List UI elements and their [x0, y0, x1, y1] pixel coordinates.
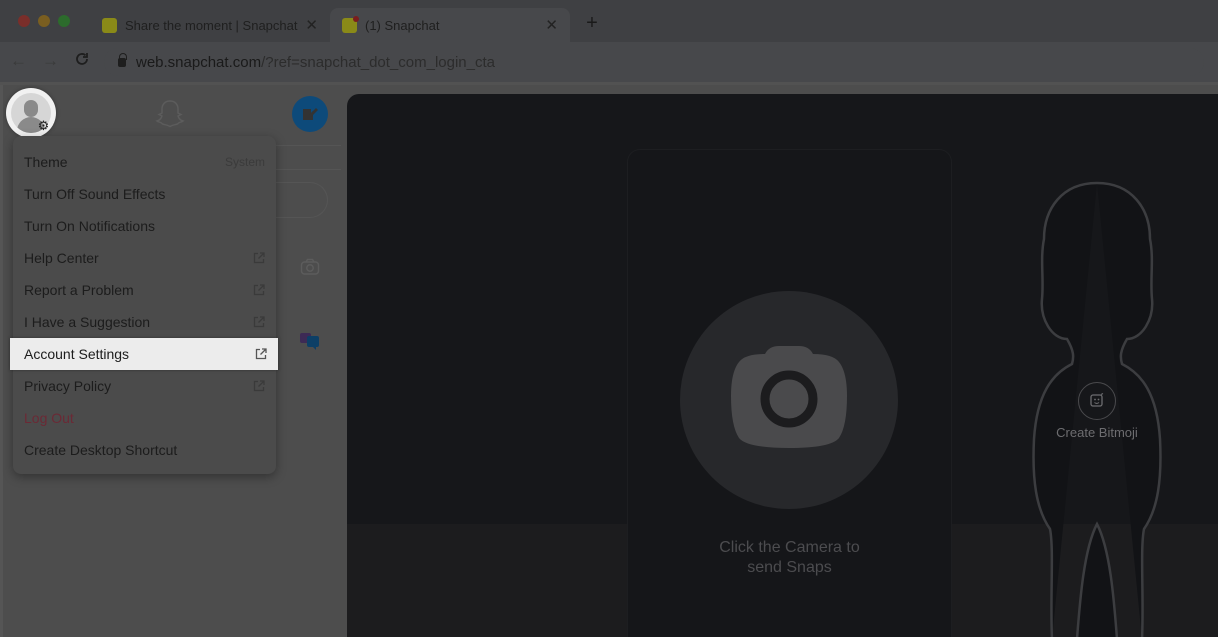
tab-share-the-moment[interactable]: Share the moment | Snapchat ✕: [90, 8, 330, 42]
avatar-head: [24, 100, 38, 117]
search-field[interactable]: [273, 182, 328, 218]
menu-item-label: Privacy Policy: [24, 378, 112, 394]
create-bitmoji-label: Create Bitmoji: [1056, 425, 1138, 440]
gear-icon: ⚙: [37, 118, 50, 133]
address-bar[interactable]: web.snapchat.com/?ref=snapchat_dot_com_l…: [104, 48, 1204, 76]
camera-caption-line-1: Click the Camera to: [719, 539, 860, 556]
menu-item-desktop-shortcut[interactable]: Create Desktop Shortcut: [13, 434, 276, 466]
tab-title: Share the moment | Snapchat: [125, 17, 298, 33]
snapchat-page: ⚙ Theme System Turn Off Sound Effects Tu…: [0, 85, 1218, 637]
chat-bubbles-icon[interactable]: [299, 331, 321, 356]
lock-icon: [118, 52, 127, 67]
profile-avatar-button[interactable]: ⚙: [6, 88, 56, 138]
bitmoji-icon: [1090, 393, 1104, 407]
menu-item-sound-effects[interactable]: Turn Off Sound Effects: [13, 178, 276, 210]
tab-strip: Share the moment | Snapchat ✕ (1) Snapch…: [0, 0, 1218, 42]
menu-item-report-problem[interactable]: Report a Problem: [13, 274, 276, 306]
close-tab-icon[interactable]: ✕: [545, 16, 558, 34]
menu-item-label: Log Out: [24, 410, 74, 426]
camera-icon: [731, 346, 847, 448]
snapchat-ghost-icon: [342, 15, 359, 33]
menu-item-label: Help Center: [24, 250, 99, 266]
settings-menu: Theme System Turn Off Sound Effects Turn…: [10, 136, 278, 474]
tab-title: (1) Snapchat: [365, 17, 440, 33]
back-button[interactable]: ←: [10, 51, 27, 71]
external-link-icon: [255, 348, 267, 360]
camera-caption: Click the Camera to send Snaps: [628, 538, 951, 578]
camera-icon[interactable]: [300, 258, 320, 281]
menu-item-notifications[interactable]: Turn On Notifications: [13, 210, 276, 242]
minimize-window-button[interactable]: [38, 15, 50, 27]
menu-item-log-out[interactable]: Log Out: [13, 402, 276, 434]
menu-item-label: Report a Problem: [24, 282, 134, 298]
open-camera-button[interactable]: [680, 291, 898, 509]
menu-item-suggestion[interactable]: I Have a Suggestion: [13, 306, 276, 338]
reload-button[interactable]: [74, 51, 90, 72]
close-tab-icon[interactable]: ✕: [305, 16, 318, 34]
menu-item-label: Turn On Notifications: [24, 218, 155, 234]
sidebar-divider: [273, 145, 341, 146]
close-window-button[interactable]: [18, 15, 30, 27]
new-chat-icon: [303, 108, 318, 120]
sidebar-divider: [273, 169, 341, 170]
camera-caption-line-2: send Snaps: [747, 559, 832, 576]
menu-item-label: Turn Off Sound Effects: [24, 186, 166, 202]
menu-item-label: Theme: [24, 154, 68, 170]
url-path: /?ref=snapchat_dot_com_login_cta: [261, 53, 495, 71]
forward-button[interactable]: →: [42, 51, 59, 71]
menu-item-theme[interactable]: Theme System: [13, 146, 276, 178]
browser-window: Share the moment | Snapchat ✕ (1) Snapch…: [0, 0, 1218, 637]
snapchat-ghost-icon[interactable]: [153, 97, 187, 131]
sidebar: ⚙ Theme System Turn Off Sound Effects Tu…: [0, 85, 341, 637]
external-link-icon: [253, 380, 265, 392]
browser-toolbar: ← → web.snapchat.com/?ref=snapchat_dot_c…: [0, 42, 1218, 82]
menu-item-label: Account Settings: [24, 346, 130, 362]
url-host: web.snapchat.com: [136, 53, 262, 71]
snapchat-ghost-icon: [102, 17, 117, 33]
camera-area: Click the Camera to send Snaps Create Bi…: [347, 94, 1218, 637]
menu-item-label: Create Desktop Shortcut: [24, 442, 178, 458]
external-link-icon: [253, 284, 265, 296]
menu-item-help-center[interactable]: Help Center: [13, 242, 276, 274]
notification-dot: [353, 15, 359, 22]
menu-item-account-settings[interactable]: Account Settings: [10, 338, 278, 370]
maximize-window-button[interactable]: [58, 15, 70, 27]
create-bitmoji-button[interactable]: [1078, 382, 1116, 420]
reload-icon: [76, 53, 88, 65]
external-link-icon: [253, 316, 265, 328]
new-chat-button[interactable]: [292, 96, 328, 132]
tab-snapchat[interactable]: (1) Snapchat ✕: [330, 8, 570, 42]
theme-value: System: [224, 155, 265, 169]
new-tab-button[interactable]: +: [582, 12, 602, 35]
menu-item-privacy-policy[interactable]: Privacy Policy: [13, 370, 276, 402]
menu-item-label: I Have a Suggestion: [24, 314, 151, 330]
external-link-icon: [253, 252, 265, 264]
